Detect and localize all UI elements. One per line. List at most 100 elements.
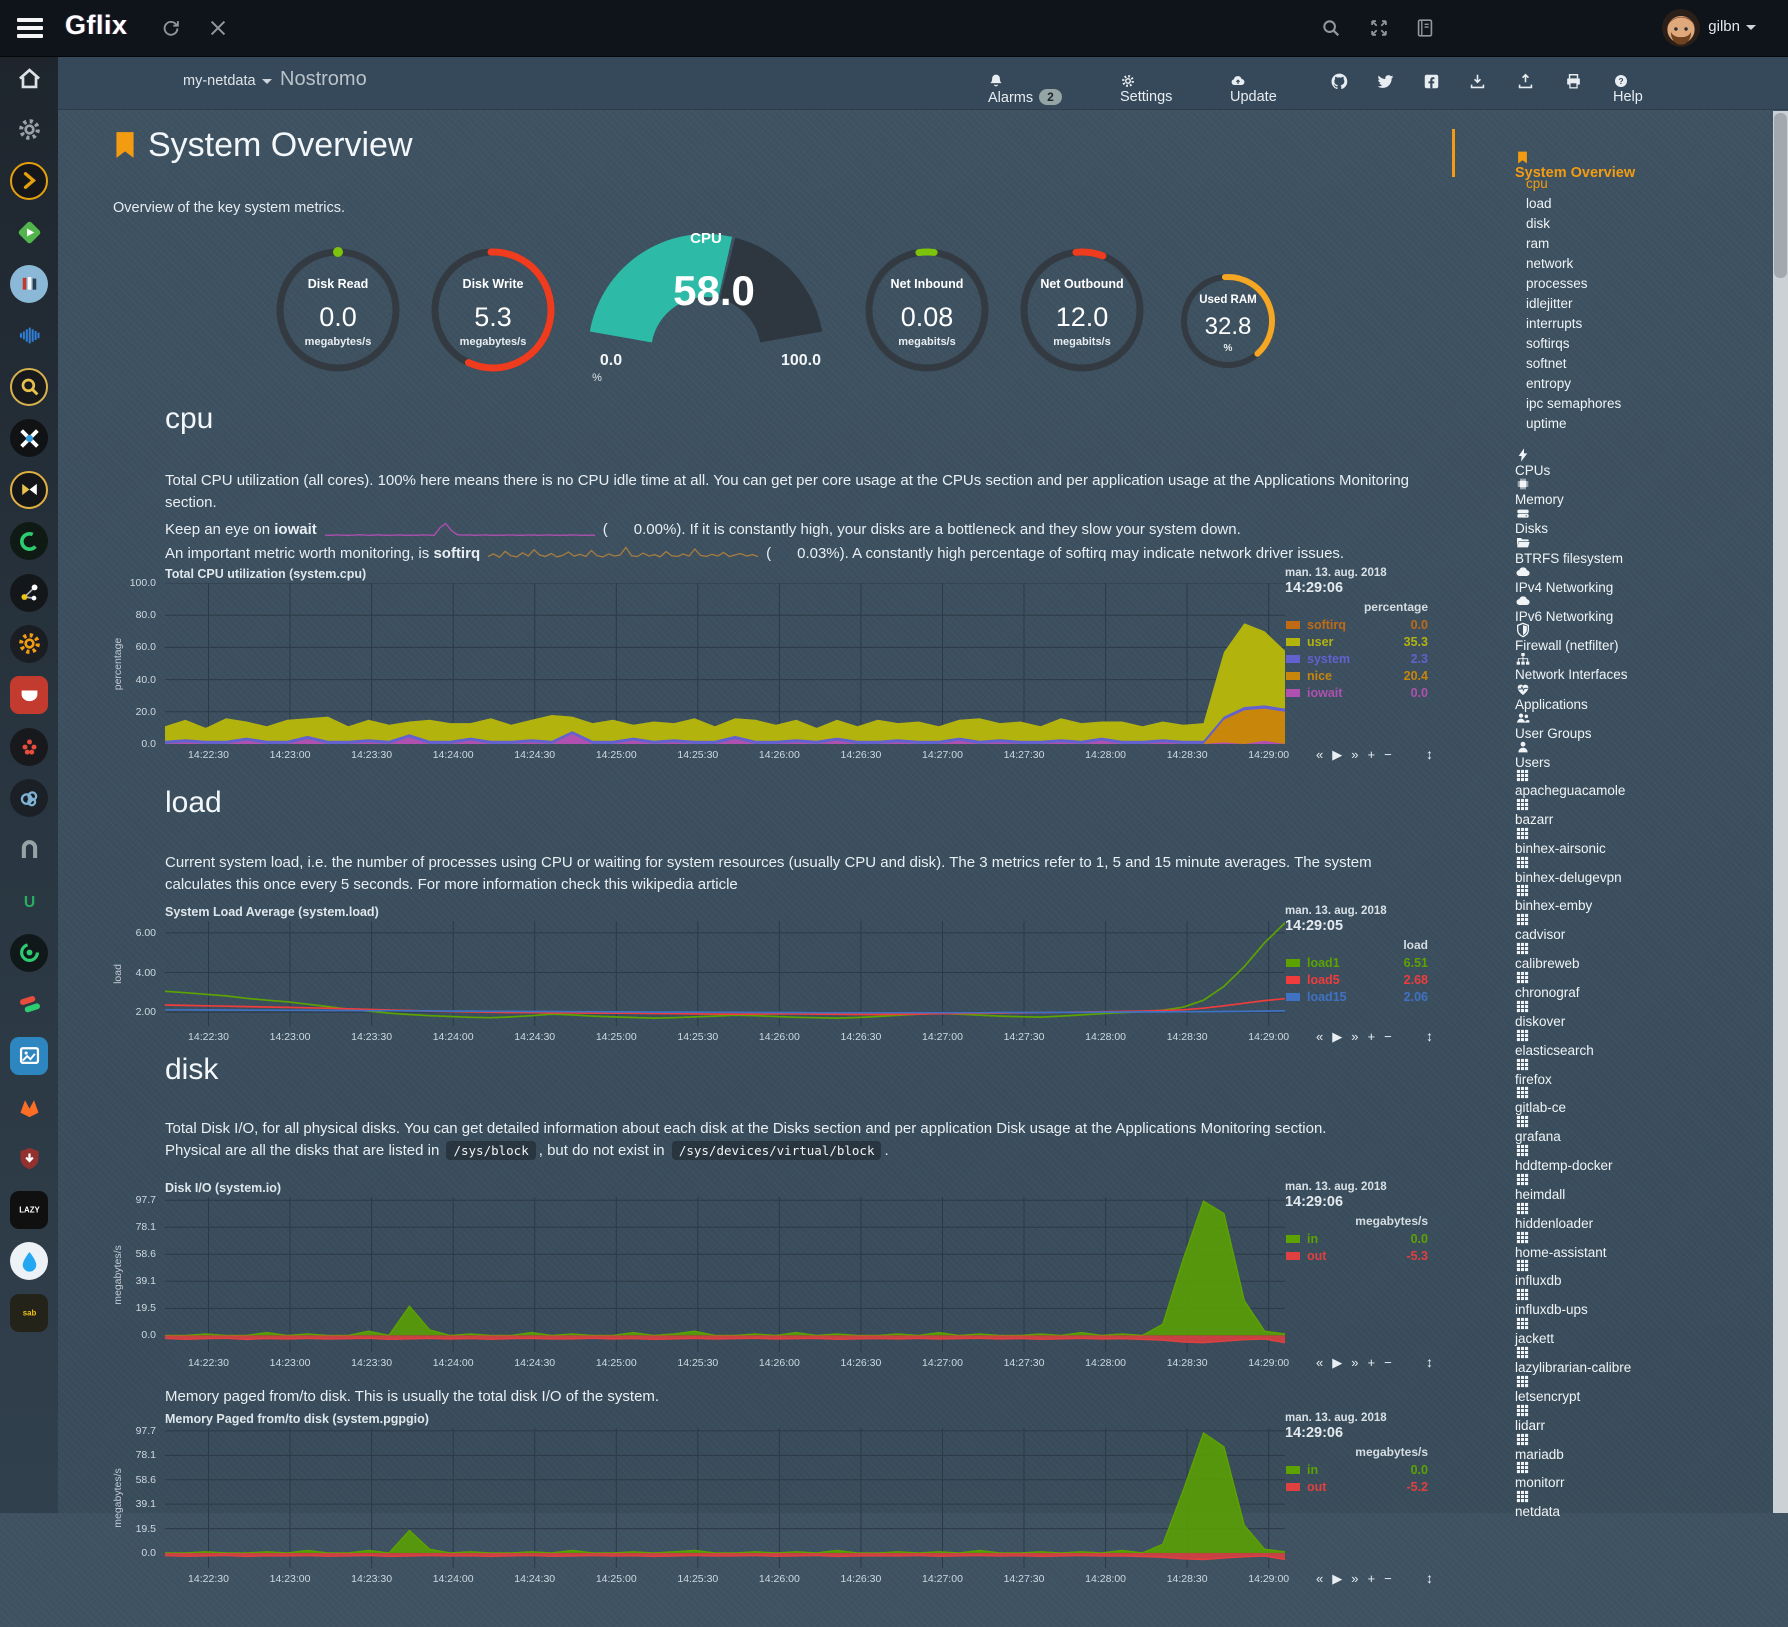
- nav-app-home-assistant[interactable]: home-assistant: [1515, 1230, 1607, 1248]
- twitter-icon[interactable]: [1376, 72, 1395, 91]
- nav-item-softirqs[interactable]: softirqs: [1526, 336, 1570, 354]
- username[interactable]: gilbn: [1708, 18, 1756, 35]
- legend-entry-in[interactable]: in0.0: [1285, 1232, 1428, 1247]
- chart-plot-area[interactable]: [165, 1197, 1285, 1352]
- nav-app-binhex-emby[interactable]: binhex-emby: [1515, 883, 1592, 901]
- dock-icon-lidarr[interactable]: [10, 471, 48, 509]
- nav-app-influxdb[interactable]: influxdb: [1515, 1258, 1562, 1276]
- nav-section-user-groups[interactable]: User Groups: [1515, 710, 1592, 730]
- nav-app-diskover[interactable]: diskover: [1515, 999, 1565, 1017]
- chart-system-load[interactable]: System Load Average (system.load)load6.0…: [110, 905, 1450, 1120]
- nav-app-heimdall[interactable]: heimdall: [1515, 1172, 1565, 1190]
- nav-app-binhex-airsonic[interactable]: binhex-airsonic: [1515, 826, 1606, 844]
- nav-section-ipv6-networking[interactable]: IPv6 Networking: [1515, 593, 1613, 613]
- chart-plot-area[interactable]: [165, 1428, 1285, 1568]
- gauge-used-ram[interactable]: Used RAM32.8%: [1172, 265, 1284, 377]
- legend-entry-softirq[interactable]: softirq0.0: [1285, 618, 1428, 633]
- help-button[interactable]: ?Help: [1613, 73, 1643, 105]
- legend-entry-system[interactable]: system2.3: [1285, 652, 1428, 667]
- dock-icon-ubooquity[interactable]: U: [10, 882, 48, 920]
- dock-icon-pocket[interactable]: [10, 676, 48, 714]
- legend-entry-out[interactable]: out-5.3: [1285, 1249, 1428, 1264]
- chart-resize-handle[interactable]: ↕: [1426, 1028, 1433, 1044]
- dock-icon-plex[interactable]: [10, 162, 48, 200]
- dock-icon-pills[interactable]: [10, 985, 48, 1023]
- chart-resize-handle[interactable]: ↕: [1426, 746, 1433, 762]
- chart-zoom-out-icon[interactable]: −: [1384, 1571, 1392, 1586]
- chart-skip-back-icon[interactable]: «: [1316, 747, 1323, 762]
- nav-section-btrfs-filesystem[interactable]: BTRFS filesystem: [1515, 535, 1623, 555]
- chart-system-pgpgio[interactable]: Memory Paged from/to disk (system.pgpgio…: [110, 1412, 1450, 1627]
- nav-app-cadvisor[interactable]: cadvisor: [1515, 912, 1565, 930]
- chart-system-cpu[interactable]: Total CPU utilization (system.cpu)percen…: [110, 567, 1450, 782]
- nav-app-gitlab-ce[interactable]: gitlab-ce: [1515, 1085, 1566, 1103]
- dock-icon-water-drop[interactable]: [10, 1242, 48, 1280]
- nav-item-processes[interactable]: processes: [1526, 276, 1588, 294]
- legend-entry-in[interactable]: in0.0: [1285, 1463, 1428, 1478]
- dock-icon-shield-download[interactable]: [10, 1139, 48, 1177]
- chart-skip-forward-icon[interactable]: »: [1351, 1029, 1358, 1044]
- dock-icon-node-graph[interactable]: [10, 574, 48, 612]
- chart-plot-area[interactable]: [165, 583, 1285, 744]
- dock-icon-sabnzbd[interactable]: sab: [10, 1294, 48, 1332]
- printer-icon[interactable]: [1564, 72, 1583, 91]
- scrollbar-thumb[interactable]: [1774, 113, 1787, 278]
- nav-app-letsencrypt[interactable]: letsencrypt: [1515, 1374, 1580, 1392]
- chart-skip-forward-icon[interactable]: »: [1351, 1355, 1358, 1370]
- nav-app-hddtemp-docker[interactable]: hddtemp-docker: [1515, 1143, 1613, 1161]
- nav-item-ipc-semaphores[interactable]: ipc semaphores: [1526, 396, 1621, 414]
- nav-section-network-interfaces[interactable]: Network Interfaces: [1515, 651, 1628, 671]
- chart-plot-area[interactable]: [165, 921, 1285, 1026]
- chart-zoom-out-icon[interactable]: −: [1384, 747, 1392, 762]
- nav-app-apacheguacamole[interactable]: apacheguacamole: [1515, 768, 1625, 786]
- nav-app-bazarr[interactable]: bazarr: [1515, 797, 1553, 815]
- nav-app-calibreweb[interactable]: calibreweb: [1515, 941, 1580, 959]
- chart-zoom-out-icon[interactable]: −: [1384, 1355, 1392, 1370]
- nav-item-softnet[interactable]: softnet: [1526, 356, 1567, 374]
- chart-skip-back-icon[interactable]: «: [1316, 1355, 1323, 1370]
- dock-icon-emby[interactable]: [10, 213, 48, 251]
- nav-item-interrupts[interactable]: interrupts: [1526, 316, 1582, 334]
- gauge-net-outbound[interactable]: Net Outbound12.0megabits/s: [1012, 240, 1152, 380]
- nav-app-firefox[interactable]: firefox: [1515, 1057, 1552, 1075]
- dock-icon-leaf-ring[interactable]: [10, 934, 48, 972]
- nav-item-disk[interactable]: disk: [1526, 216, 1550, 234]
- chart-skip-forward-icon[interactable]: »: [1351, 747, 1358, 762]
- dock-icon-calibre-web[interactable]: [10, 265, 48, 303]
- nav-app-chronograf[interactable]: chronograf: [1515, 970, 1580, 988]
- legend-entry-nice[interactable]: nice20.4: [1285, 669, 1428, 684]
- nav-section-cpus[interactable]: CPUs: [1515, 447, 1550, 467]
- nav-item-uptime[interactable]: uptime: [1526, 416, 1567, 434]
- upload-icon[interactable]: [1516, 72, 1535, 91]
- gauge-cpu[interactable]: CPU58.00.0100.0%: [571, 215, 841, 385]
- app-title[interactable]: Gflix: [65, 10, 128, 41]
- nav-item-entropy[interactable]: entropy: [1526, 376, 1571, 394]
- update-button[interactable]: Update: [1230, 73, 1277, 105]
- nav-app-binhex-delugevpn[interactable]: binhex-delugevpn: [1515, 855, 1622, 873]
- chart-zoom-in-icon[interactable]: +: [1367, 1355, 1375, 1370]
- chart-resize-handle[interactable]: ↕: [1426, 1354, 1433, 1370]
- dock-icon-owncloud[interactable]: [10, 779, 48, 817]
- chart-skip-forward-icon[interactable]: »: [1351, 1571, 1358, 1586]
- avatar[interactable]: [1662, 9, 1700, 47]
- nav-app-hiddenloader[interactable]: hiddenloader: [1515, 1201, 1593, 1219]
- hosts-dropdown[interactable]: my-netdata: [183, 73, 272, 89]
- dock-icon-chronograf[interactable]: [10, 625, 48, 663]
- gauge-disk-write[interactable]: Disk Write5.3megabytes/s: [423, 240, 563, 380]
- hamburger-icon[interactable]: [17, 18, 43, 38]
- nav-item-idlejitter[interactable]: idlejitter: [1526, 296, 1573, 314]
- dock-icon-lazylibrarian[interactable]: LAZY: [10, 1191, 48, 1229]
- dock-icon-radarr[interactable]: [10, 419, 48, 457]
- chart-resize-handle[interactable]: ↕: [1426, 1570, 1433, 1586]
- alarms-button[interactable]: Alarms2: [988, 73, 1062, 106]
- download-icon[interactable]: [1468, 72, 1487, 91]
- nav-app-influxdb-ups[interactable]: influxdb-ups: [1515, 1287, 1588, 1305]
- legend-entry-out[interactable]: out-5.2: [1285, 1480, 1428, 1495]
- nav-app-lidarr[interactable]: lidarr: [1515, 1403, 1545, 1421]
- legend-entry-load5[interactable]: load52.68: [1285, 973, 1428, 988]
- chart-zoom-in-icon[interactable]: +: [1367, 1571, 1375, 1586]
- dock-icon-horseshoe[interactable]: [10, 831, 48, 869]
- chart-play-icon[interactable]: ▶: [1332, 1571, 1342, 1586]
- chart-play-icon[interactable]: ▶: [1332, 1355, 1342, 1370]
- chart-zoom-in-icon[interactable]: +: [1367, 747, 1375, 762]
